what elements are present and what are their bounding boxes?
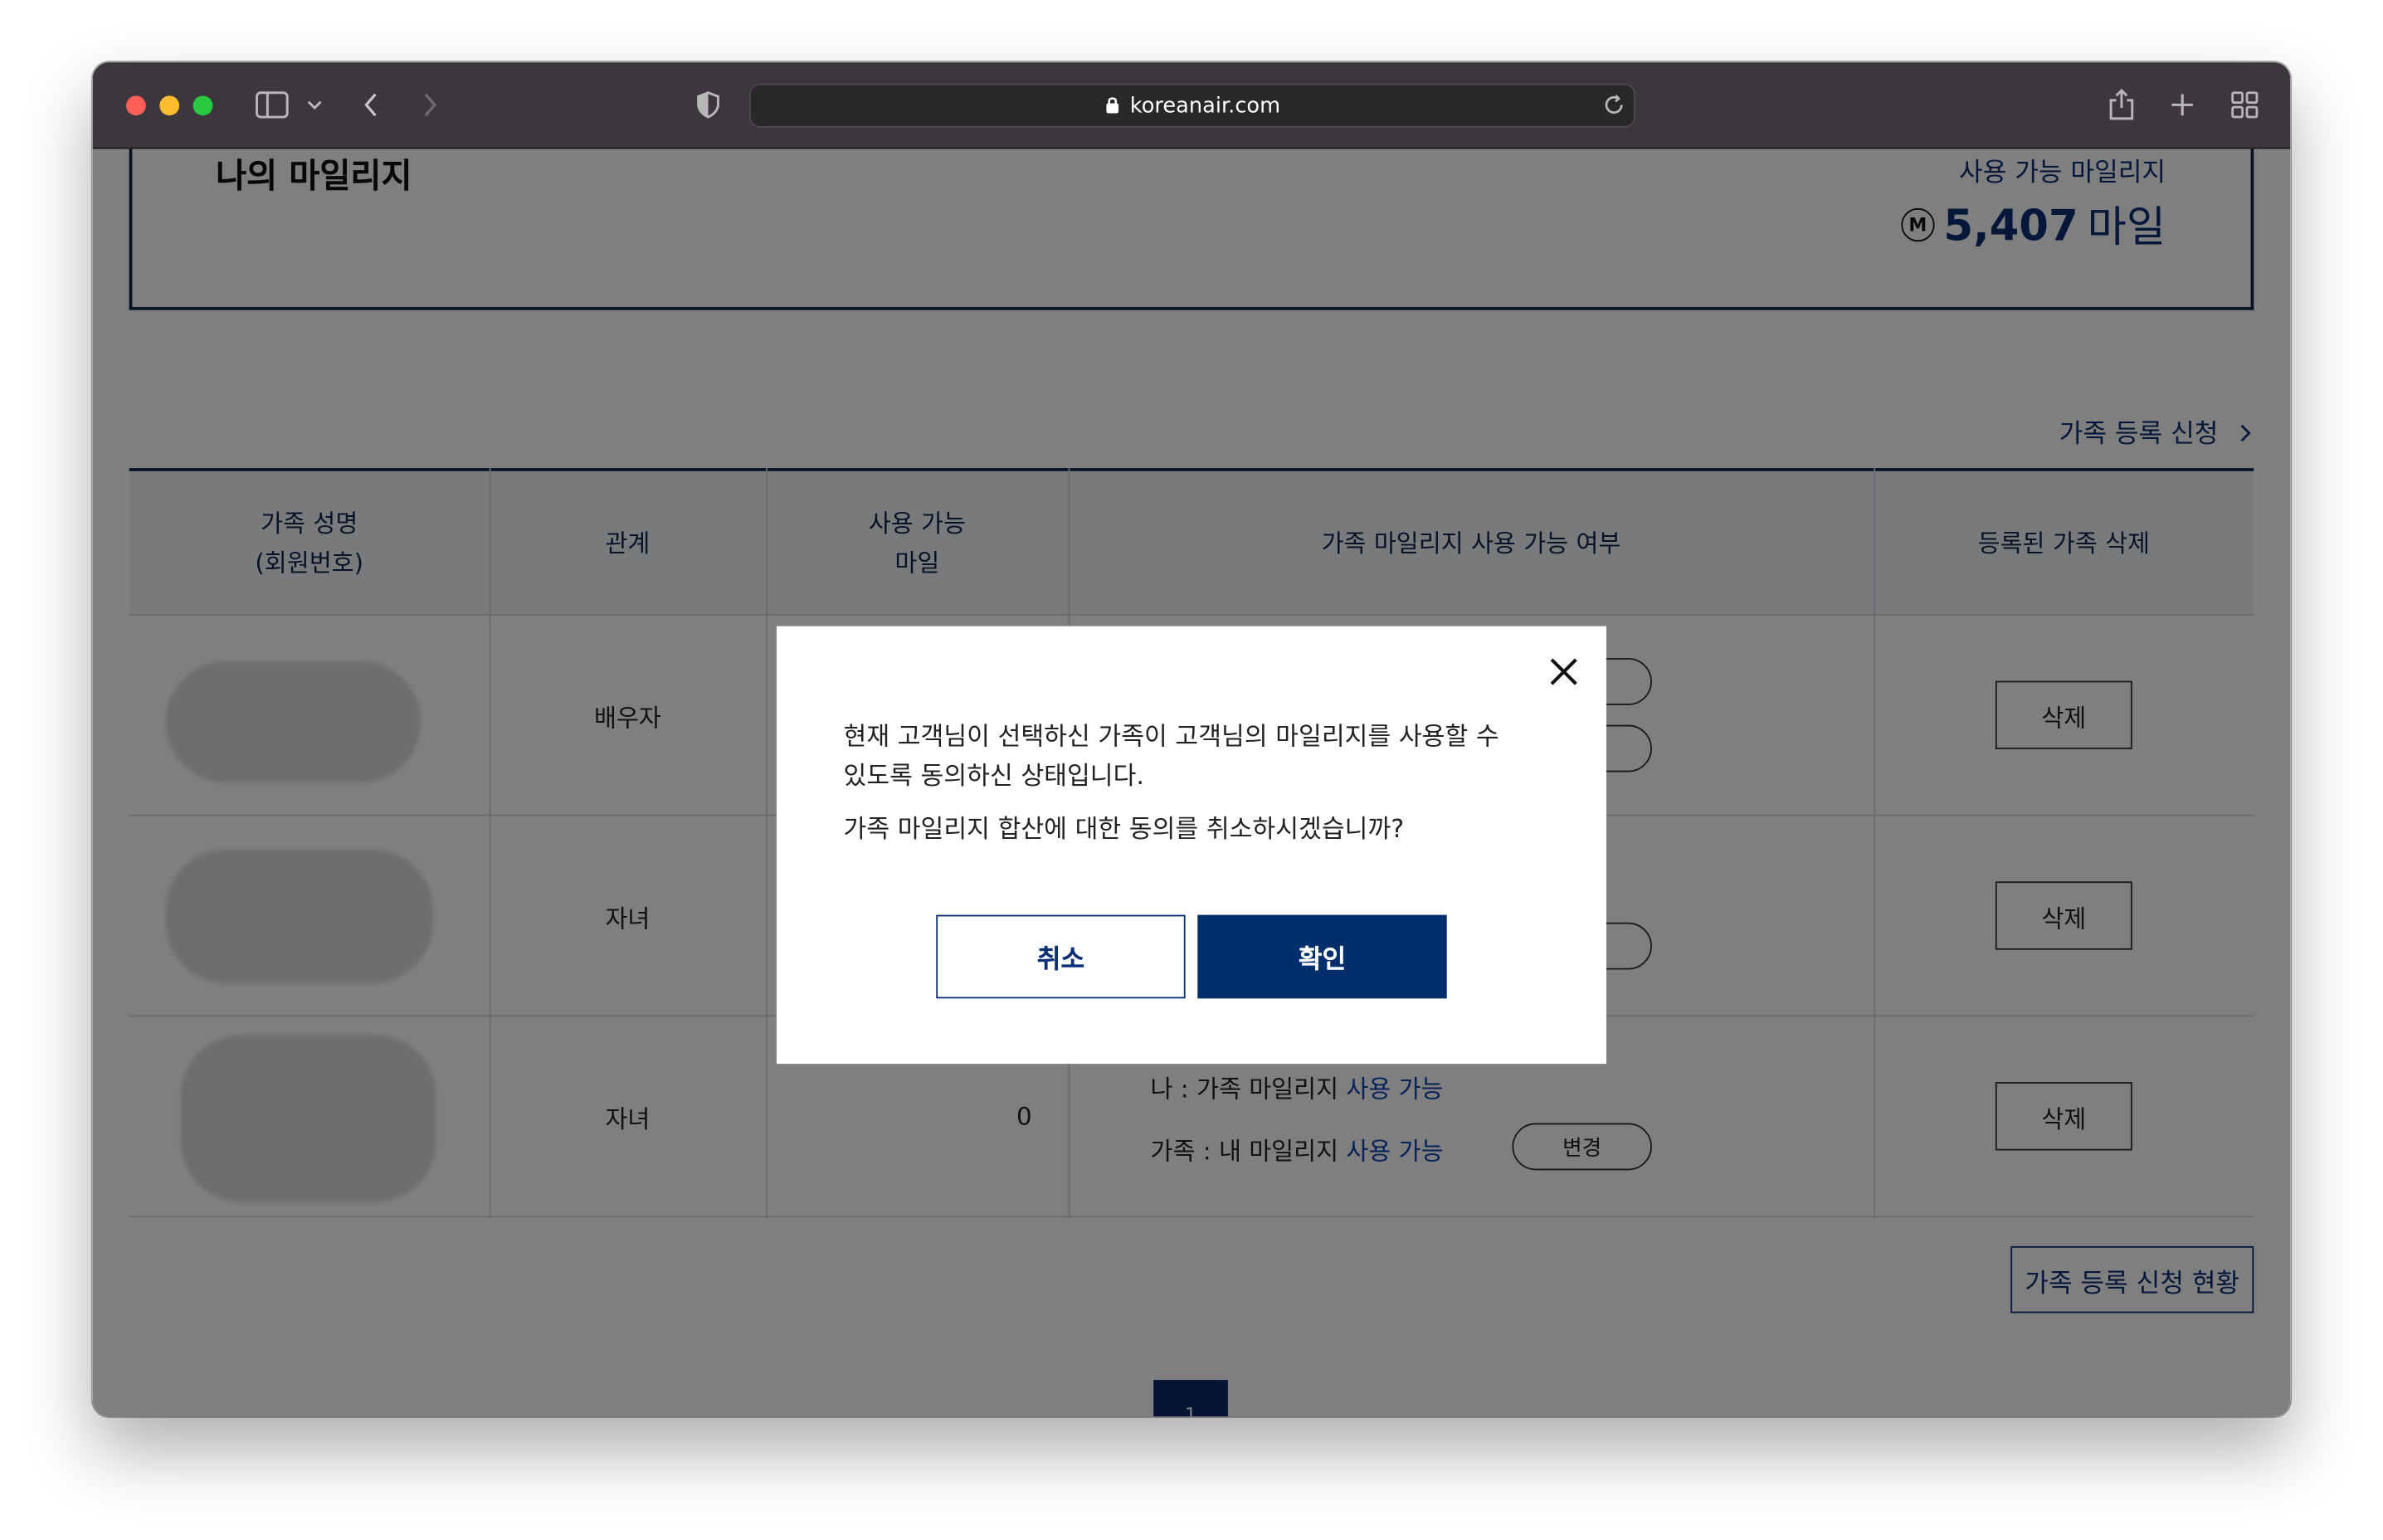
back-icon[interactable]	[354, 86, 387, 123]
reload-icon[interactable]	[1599, 86, 1630, 123]
address-bar[interactable]: koreanair.com	[748, 83, 1635, 128]
browser-window: koreanair.com 나의 마일리지 사용 가능 마일리지 M 5,407	[92, 62, 2291, 1417]
new-tab-icon[interactable]	[2166, 86, 2199, 123]
close-window-button[interactable]	[126, 95, 146, 116]
confirm-dialog: 현재 고객님이 선택하신 가족이 고객님의 마일리지를 사용할 수 있도록 동의…	[776, 626, 1607, 1065]
tab-overview-icon[interactable]	[2228, 86, 2261, 123]
url-text: koreanair.com	[1129, 93, 1281, 118]
dialog-message-line1: 현재 고객님이 선택하신 가족이 고객님의 마일리지를 사용할 수	[843, 722, 1499, 751]
dialog-question: 가족 마일리지 합산에 대한 동의를 취소하시겠습니까?	[843, 814, 1405, 844]
dialog-message-line2: 있도록 동의하신 상태입니다.	[843, 761, 1145, 791]
privacy-shield-icon[interactable]	[691, 86, 724, 123]
browser-toolbar: koreanair.com	[92, 62, 2291, 149]
dialog-message: 현재 고객님이 선택하신 가족이 고객님의 마일리지를 사용할 수 있도록 동의…	[844, 718, 1558, 797]
zoom-window-button[interactable]	[192, 95, 213, 116]
confirm-button[interactable]: 확인	[1197, 914, 1447, 999]
lock-icon	[1104, 91, 1119, 120]
chevron-down-icon[interactable]	[302, 86, 326, 123]
forward-icon[interactable]	[413, 86, 446, 123]
page-content: 나의 마일리지 사용 가능 마일리지 M 5,407 마일 가족 등록 신청 가…	[92, 149, 2291, 1417]
minimize-window-button[interactable]	[159, 95, 180, 116]
sidebar-toggle-icon[interactable]	[254, 86, 290, 123]
share-icon[interactable]	[2105, 86, 2138, 123]
cancel-button[interactable]: 취소	[936, 914, 1186, 999]
close-icon[interactable]	[1542, 651, 1585, 693]
